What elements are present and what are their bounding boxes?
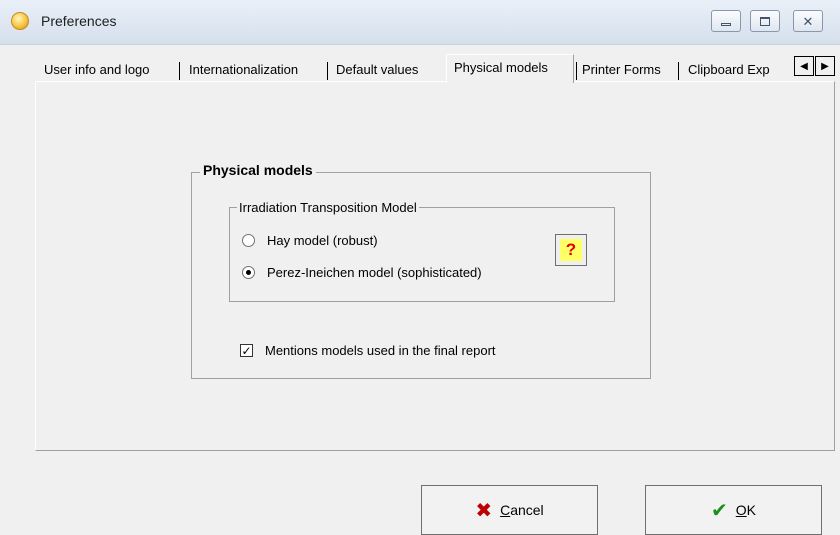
tab-separator: [179, 62, 180, 80]
tab-scroll-right-button[interactable]: ▶: [815, 56, 835, 76]
radio-perez-model[interactable]: Perez-Ineichen model (sophisticated): [242, 265, 482, 280]
tab-strip: User info and logo Internationalization …: [36, 54, 834, 83]
tab-separator: [327, 62, 328, 80]
transposition-model-group-title: Irradiation Transposition Model: [237, 200, 419, 215]
radio-selected-dot: [246, 270, 251, 275]
ok-button[interactable]: ✔ OK: [645, 485, 822, 535]
tab-user-info[interactable]: User info and logo: [44, 57, 150, 82]
tab-printer-forms[interactable]: Printer Forms: [582, 57, 661, 82]
mention-models-checkbox-row[interactable]: ✓ Mentions models used in the final repo…: [240, 343, 496, 358]
tab-separator: [678, 62, 679, 80]
tab-scroll: ◀ ▶: [794, 56, 836, 76]
close-icon: ✕: [802, 13, 814, 29]
help-button[interactable]: ?: [555, 234, 587, 266]
ok-mnemonic: O: [735, 502, 747, 518]
radio-button[interactable]: [242, 234, 255, 247]
ok-label: OK: [736, 502, 756, 518]
radio-button[interactable]: [242, 266, 255, 279]
window-title: Preferences: [41, 13, 117, 29]
tab-internationalization[interactable]: Internationalization: [189, 57, 298, 82]
help-icon: ?: [560, 239, 582, 261]
tab-separator: [576, 62, 577, 80]
tab-physical-models[interactable]: Physical models: [446, 54, 574, 83]
tab-clipboard-export[interactable]: Clipboard Exp: [688, 57, 794, 82]
cancel-label-rest: ancel: [510, 502, 544, 518]
tab-scroll-left-button[interactable]: ◀: [794, 56, 814, 76]
checkmark-icon: ✓: [241, 343, 252, 358]
app-icon: [11, 12, 29, 30]
minimize-icon: [721, 22, 731, 26]
tab-default-values[interactable]: Default values: [336, 57, 418, 82]
cancel-mnemonic: C: [500, 502, 511, 518]
minimize-button[interactable]: [711, 10, 741, 32]
cancel-x-icon: ✖: [475, 499, 493, 522]
close-button[interactable]: ✕: [793, 10, 823, 32]
cancel-button[interactable]: ✖ Cancel: [421, 485, 598, 535]
radio-hay-model[interactable]: Hay model (robust): [242, 233, 378, 248]
radio-label: Hay model (robust): [267, 233, 378, 248]
maximize-icon: [760, 16, 770, 26]
mention-models-label: Mentions models used in the final report: [265, 343, 496, 358]
mention-models-checkbox[interactable]: ✓: [240, 344, 253, 357]
physical-models-group-title: Physical models: [200, 162, 316, 178]
cancel-label: Cancel: [500, 502, 544, 518]
arrow-right-icon: ▶: [821, 60, 829, 72]
maximize-button[interactable]: [750, 10, 780, 32]
arrow-left-icon: ◀: [800, 60, 808, 72]
ok-label-rest: K: [746, 502, 756, 518]
title-bar: Preferences ✕: [0, 0, 840, 45]
ok-check-icon: ✔: [711, 499, 728, 522]
radio-label: Perez-Ineichen model (sophisticated): [267, 265, 482, 280]
